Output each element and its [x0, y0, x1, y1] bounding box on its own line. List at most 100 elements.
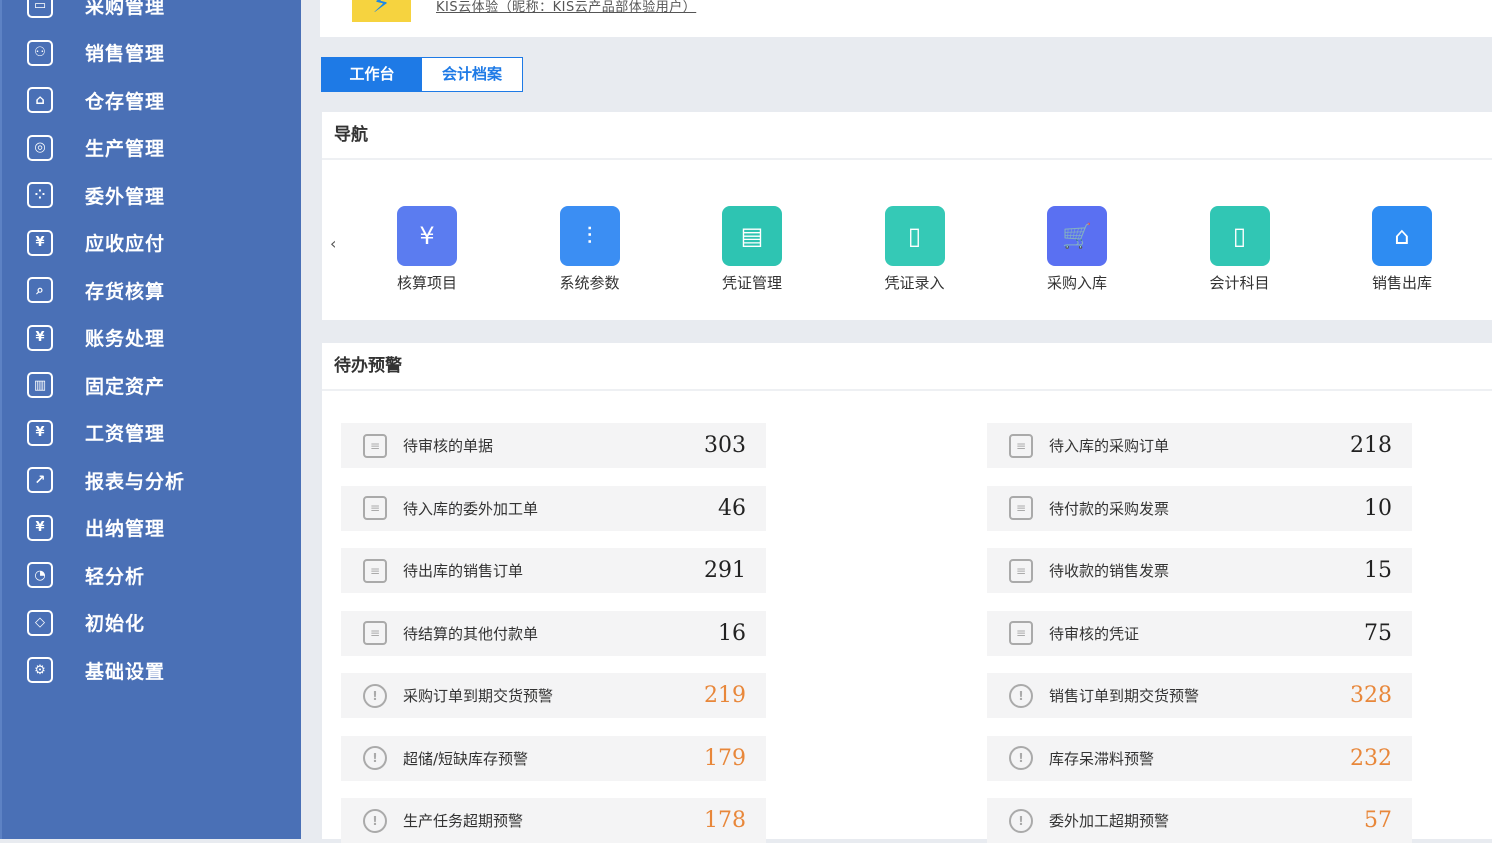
todo-row[interactable]: ≡ 待收款的销售发票 15: [987, 548, 1412, 593]
row-count: 16: [718, 620, 746, 646]
todo-row[interactable]: ≡ 待入库的委外加工单 46: [341, 485, 766, 531]
row-count: 75: [1364, 620, 1392, 646]
document-clock-icon: ≡: [1009, 621, 1033, 645]
row-label: 待审核的凭证: [1049, 624, 1140, 643]
settings-icon: ⚙: [27, 657, 53, 683]
users-icon: ⚇: [27, 39, 53, 66]
row-count: 218: [1350, 433, 1392, 458]
nav-shortcut[interactable]: ▯ 凭证录入: [870, 206, 960, 293]
nav-shortcut-label: 系统参数: [559, 274, 620, 292]
warning-row[interactable]: ! 销售订单到期交货预警 328: [987, 673, 1412, 718]
sidebar-item-label: 采购管理: [85, 0, 166, 18]
sidebar-item[interactable]: ▥ 固定资产: [2, 365, 303, 405]
navigation-panel: 导航 ‹ ¥ 核算项目 ⫶ 系统参数 ▤ 凭证管理 ▯ 凭证录入 🛒 采购入库 ▯ 会计科目 ⌂ 销售出库: [322, 112, 1492, 320]
init-icon: ◇: [27, 609, 53, 636]
sidebar: ▭ 采购管理 ⚇ 销售管理 ⌂ 仓存管理 ◎ 生产管理 ⁘ 委外管理 ¥ 应收应付 ⌕ 存货核算 ¥ 账务处理…: [0, 0, 301, 839]
sidebar-item[interactable]: ◇ 初始化: [2, 603, 303, 643]
ledger-icon: ¥: [27, 324, 53, 351]
grid-icon: ⁘: [27, 182, 53, 208]
chart-icon: ↗: [27, 467, 53, 493]
row-label: 待收款的销售发票: [1049, 562, 1170, 580]
account-link[interactable]: KIS云体验（昵称：KIS云产品部体验用户）: [436, 0, 696, 15]
sidebar-item[interactable]: ◔ 轻分析: [2, 555, 303, 595]
hexagon-icon: ◎: [27, 134, 53, 161]
nav-shortcut-label: 核算项目: [396, 274, 457, 292]
warning-icon: !: [1009, 683, 1033, 708]
document-clock-icon: ≡: [1009, 433, 1033, 458]
document-clock-icon: ≡: [363, 558, 387, 583]
row-label: 待结算的其他付款单: [403, 624, 539, 643]
sidebar-item[interactable]: ↗ 报表与分析: [2, 460, 303, 500]
todo-row[interactable]: ≡ 待结算的其他付款单 16: [341, 610, 766, 656]
sidebar-item[interactable]: ⌂ 仓存管理: [2, 80, 303, 120]
document-clock-icon: ≡: [363, 433, 387, 458]
sidebar-item[interactable]: ⌕ 存货核算: [2, 270, 303, 310]
document-clock-icon: ≡: [1009, 558, 1033, 583]
row-label: 待入库的采购订单: [1049, 437, 1170, 455]
nav-shortcut-label: 采购入库: [1046, 274, 1107, 292]
warning-icon: !: [363, 808, 387, 833]
nav-shortcut-icon: ▯: [1209, 206, 1270, 266]
nav-shortcut[interactable]: ▤ 凭证管理: [707, 206, 797, 293]
sidebar-item[interactable]: ⚇ 销售管理: [2, 33, 303, 73]
todo-row[interactable]: ≡ 待付款的采购发票 10: [987, 485, 1412, 531]
analysis-icon: ◔: [27, 562, 53, 588]
tab-bar: 工作台 会计档案: [321, 57, 523, 92]
nav-shortcut-label: 凭证录入: [884, 274, 945, 292]
todo-title: 待办预警: [322, 343, 1492, 391]
row-count: 219: [704, 683, 746, 708]
row-count: 328: [1350, 683, 1392, 708]
sidebar-item[interactable]: ⁘ 委外管理: [2, 175, 303, 215]
navigation-title: 导航: [322, 112, 1492, 160]
purchase-icon: ▭: [27, 0, 53, 18]
nav-shortcut-label: 销售出库: [1371, 274, 1432, 292]
todo-row[interactable]: ≡ 待审核的凭证 75: [987, 610, 1412, 656]
sidebar-item-label: 初始化: [85, 613, 146, 635]
row-label: 采购订单到期交货预警: [403, 687, 554, 705]
todo-row[interactable]: ≡ 待审核的单据 303: [341, 423, 766, 468]
row-label: 待入库的委外加工单: [403, 499, 539, 518]
tab-accounting-archive[interactable]: 会计档案: [422, 58, 522, 91]
nav-shortcut-icon: ¥: [397, 206, 457, 266]
cashier-icon: ¥: [27, 514, 53, 541]
todo-panel: 待办预警 ≡ 待审核的单据 303 ≡ 待入库的委外加工单 46 ≡ 待出库的销售订单 291 ≡…: [322, 343, 1492, 843]
document-clock-icon: ≡: [1009, 496, 1033, 520]
sidebar-item[interactable]: ¥ 账务处理: [2, 318, 303, 358]
yen-icon: ¥: [27, 229, 53, 256]
nav-shortcut[interactable]: 🛒 采购入库: [1032, 206, 1122, 293]
nav-shortcut[interactable]: ⫶ 系统参数: [545, 206, 635, 293]
tab-workbench[interactable]: 工作台: [322, 58, 422, 91]
house-search-icon: ⌕: [27, 277, 53, 303]
nav-prev-button[interactable]: ‹: [330, 234, 336, 253]
todo-row[interactable]: ≡ 待出库的销售订单 291: [341, 548, 766, 593]
warning-row[interactable]: ! 生产任务超期预警 178: [341, 798, 766, 843]
warning-row[interactable]: ! 超储/短缺库存预警 179: [341, 735, 766, 781]
sidebar-item[interactable]: ▭ 采购管理: [2, 0, 303, 25]
sidebar-item[interactable]: ¥ 出纳管理: [2, 508, 303, 548]
sidebar-item-label: 轻分析: [85, 565, 146, 588]
sidebar-item[interactable]: ⚙ 基础设置: [2, 650, 303, 690]
row-label: 委外加工超期预警: [1049, 812, 1170, 830]
warning-row[interactable]: ! 采购订单到期交货预警 219: [341, 673, 766, 718]
todo-row[interactable]: ≡ 待入库的采购订单 218: [987, 423, 1412, 468]
nav-shortcut[interactable]: ¥ 核算项目: [382, 206, 472, 293]
row-count: 178: [704, 808, 746, 833]
warehouse-icon: ⌂: [27, 87, 53, 113]
nav-shortcut[interactable]: ▯ 会计科目: [1195, 206, 1285, 293]
row-count: 291: [704, 558, 746, 583]
row-count: 10: [1364, 495, 1392, 521]
row-count: 232: [1350, 745, 1392, 771]
salary-icon: ¥: [27, 419, 53, 446]
nav-shortcut-icon: ⌂: [1372, 206, 1432, 266]
sidebar-item-label: 出纳管理: [85, 518, 166, 540]
row-count: 303: [704, 433, 746, 458]
sidebar-item[interactable]: ◎ 生产管理: [2, 128, 303, 168]
warning-row[interactable]: ! 委外加工超期预警 57: [987, 798, 1412, 843]
sidebar-item[interactable]: ¥ 工资管理: [2, 413, 303, 453]
row-label: 待付款的采购发票: [1049, 499, 1170, 518]
sidebar-item[interactable]: ¥ 应收应付: [2, 223, 303, 263]
nav-shortcut[interactable]: ⌂ 销售出库: [1357, 206, 1447, 293]
warning-row[interactable]: ! 库存呆滞料预警 232: [987, 735, 1412, 781]
row-label: 待出库的销售订单: [403, 562, 524, 580]
building-icon: ▥: [27, 372, 53, 398]
